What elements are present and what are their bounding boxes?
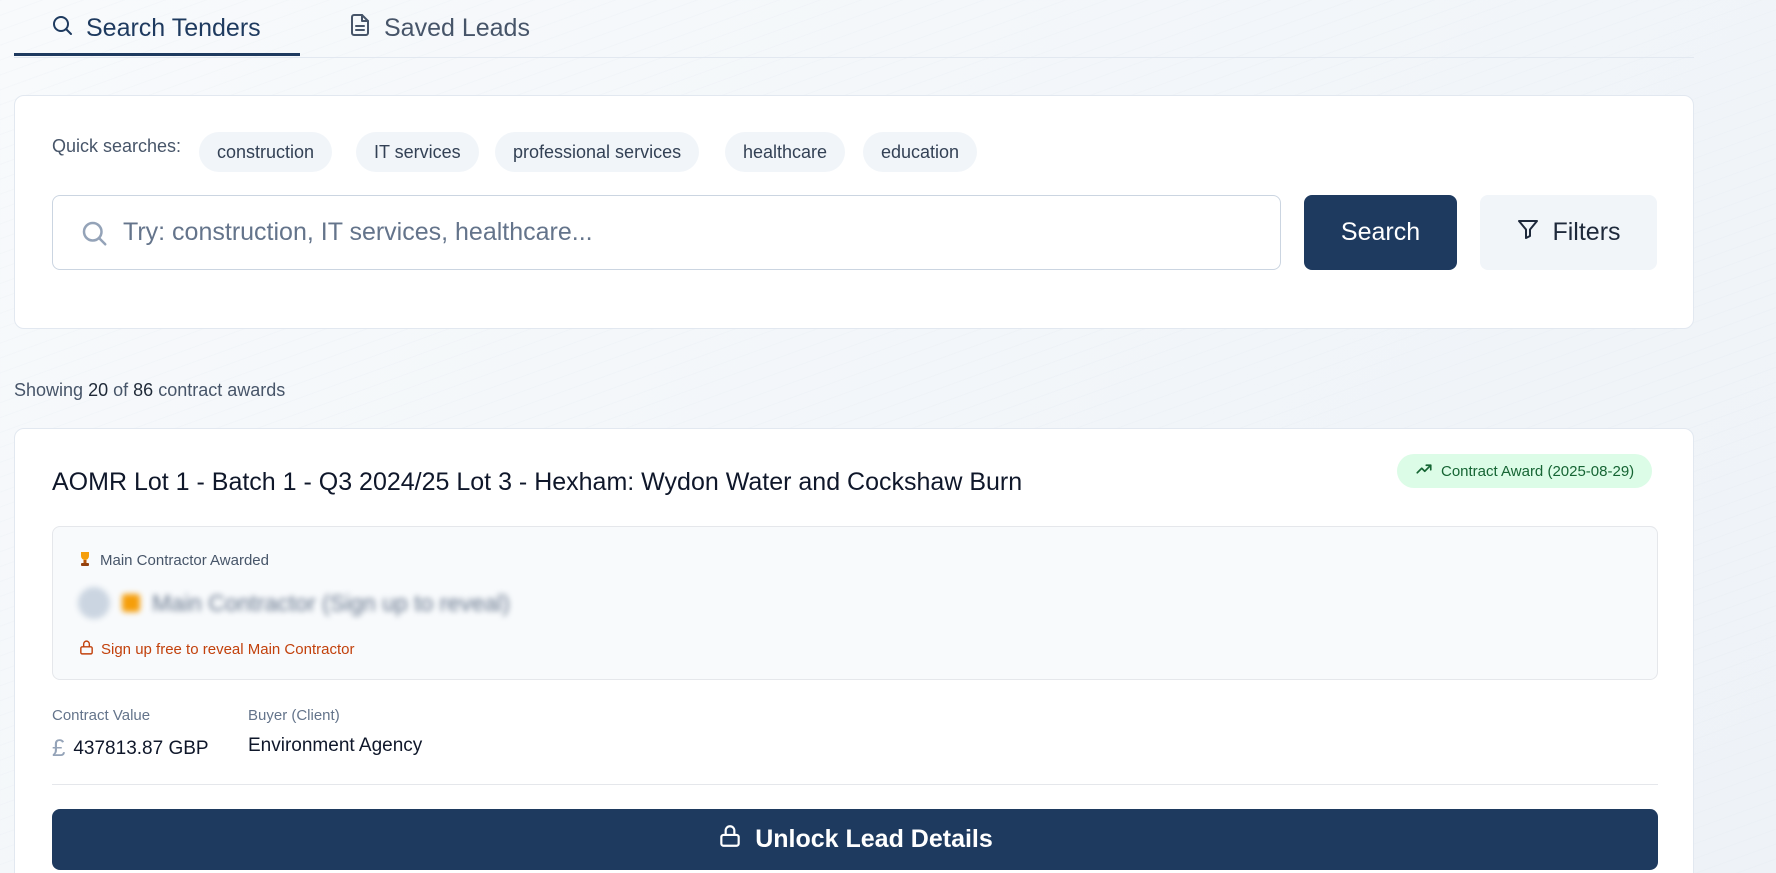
contractor-heading-label: Main Contractor Awarded [100, 552, 269, 569]
quick-searches-label: Quick searches: [52, 136, 182, 156]
main-contractor-panel: Main Contractor Awarded Main Contractor … [52, 526, 1658, 680]
tab-search-tenders[interactable]: Search Tenders [50, 0, 261, 57]
contract-value-label: Contract Value [52, 707, 151, 724]
filters-button[interactable]: Filters [1480, 195, 1657, 270]
active-tab-indicator [14, 53, 300, 56]
badge-label: Contract Award (2025-08-29) [1441, 462, 1635, 480]
trophy-icon [78, 551, 92, 570]
lock-icon [717, 823, 755, 856]
tab-label: Search Tenders [86, 14, 261, 42]
avatar [78, 587, 110, 619]
reveal-link-label: Sign up free to reveal Main Contractor [101, 641, 355, 658]
search-icon [50, 13, 86, 44]
pound-icon: £ [52, 735, 66, 762]
trending-up-icon [1415, 460, 1441, 482]
quick-chip-education[interactable]: education [863, 132, 978, 172]
results-of: of [113, 380, 129, 400]
blurred-contractor-name: Main Contractor (Sign up to reveal) [78, 587, 510, 619]
buyer-name: Environment Agency [248, 735, 423, 756]
results-count: Showing 20 of 86 contract awards [14, 380, 285, 401]
lock-icon [122, 594, 140, 612]
results-suffix: contract awards [158, 380, 286, 400]
blurred-text: Main Contractor (Sign up to reveal) [152, 589, 510, 616]
search-panel: Quick searches: construction IT services… [14, 95, 1694, 329]
search-field [52, 195, 1281, 270]
results-total: 86 [133, 380, 154, 400]
contract-value: £ 437813.87 GBP [52, 735, 209, 763]
lock-icon [78, 639, 101, 660]
quick-chip-it-services[interactable]: IT services [356, 132, 479, 172]
filter-icon [1516, 217, 1552, 248]
quick-chip-professional-services[interactable]: professional services [495, 132, 700, 172]
result-title[interactable]: AOMR Lot 1 - Batch 1 - Q3 2024/25 Lot 3 … [52, 468, 1022, 497]
search-icon [79, 218, 109, 253]
tab-label: Saved Leads [384, 14, 530, 42]
divider [52, 784, 1658, 785]
filters-label: Filters [1552, 218, 1621, 246]
results-shown: 20 [88, 380, 109, 400]
quick-chip-construction[interactable]: construction [199, 132, 333, 172]
tab-saved-leads[interactable]: Saved Leads [348, 0, 530, 57]
search-input[interactable] [123, 196, 1263, 269]
unlock-lead-details-button[interactable]: Unlock Lead Details [52, 809, 1658, 870]
reveal-contractor-link[interactable]: Sign up free to reveal Main Contractor [78, 639, 354, 660]
buyer-label: Buyer (Client) [248, 707, 340, 724]
document-icon [348, 13, 384, 44]
search-button[interactable]: Search [1304, 195, 1457, 270]
main-contractor-heading: Main Contractor Awarded [78, 551, 269, 570]
result-card: AOMR Lot 1 - Batch 1 - Q3 2024/25 Lot 3 … [14, 428, 1694, 873]
status-badge: Contract Award (2025-08-29) [1397, 454, 1653, 488]
results-prefix: Showing [14, 380, 84, 400]
tab-bar: Search Tenders Saved Leads [14, 0, 1694, 58]
quick-chip-healthcare[interactable]: healthcare [725, 132, 846, 172]
unlock-button-label: Unlock Lead Details [755, 825, 993, 853]
contract-value-amount: 437813.87 GBP [73, 738, 209, 759]
